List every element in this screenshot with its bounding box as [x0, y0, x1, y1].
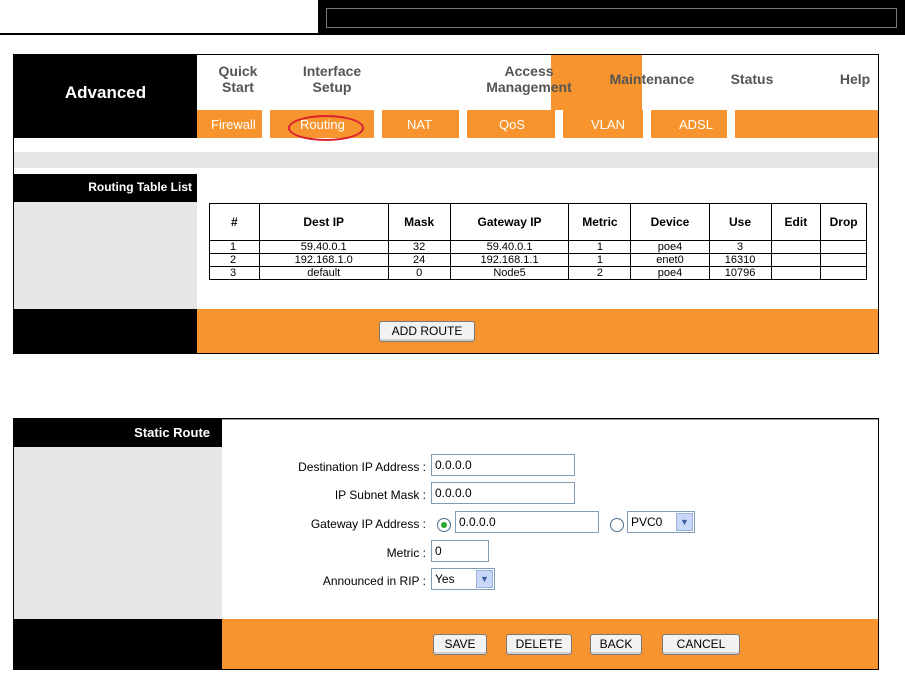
drop-cell[interactable] [820, 240, 867, 254]
table-cell: enet0 [630, 253, 710, 267]
table-cell: default [258, 266, 389, 280]
col-header: Mask [387, 203, 451, 241]
table-cell: 1 [568, 240, 632, 254]
edit-cell[interactable] [770, 266, 822, 280]
spacer-band [14, 152, 878, 168]
header-bar-frame [326, 8, 897, 28]
routing-table-label: Routing Table List [88, 180, 192, 194]
delete-button[interactable]: DELETE [506, 634, 572, 655]
col-header: Gateway IP [449, 203, 570, 241]
pvc-select[interactable]: PVC0 ▼ [627, 511, 695, 533]
chevron-down-icon[interactable]: ▼ [476, 570, 493, 588]
chevron-down-icon[interactable]: ▼ [676, 513, 693, 531]
footer-black-block [14, 619, 222, 669]
col-header: Metric [568, 203, 632, 241]
main-nav: Quick Start Interface Setup Advanced Setup … [197, 55, 878, 110]
rip-select[interactable]: Yes ▼ [431, 568, 495, 590]
col-header: Drop [820, 203, 867, 241]
table-row: 1 59.40.0.1 32 59.40.0.1 1 poe4 3 [209, 240, 867, 254]
table-cell: 3 [209, 266, 260, 280]
table-cell: 32 [387, 240, 451, 254]
subnav-separator [374, 110, 382, 138]
subnet-mask-label: IP Subnet Mask : [334, 488, 426, 502]
routing-table-panel: Advanced Quick Start Interface Setup Advan… [13, 54, 879, 354]
add-route-button[interactable]: ADD ROUTE [379, 321, 475, 342]
table-row: 2 192.168.1.0 24 192.168.1.1 1 enet0 163… [209, 253, 867, 267]
dest-ip-label: Destination IP Address : [298, 460, 426, 474]
table-cell: 59.40.0.1 [258, 240, 389, 254]
nav-advanced-setup[interactable]: Advanced Setup [368, 63, 459, 95]
back-button[interactable]: BACK [590, 634, 642, 655]
table-cell: 24 [387, 253, 451, 267]
gateway-pvc-radio[interactable] [610, 518, 624, 532]
table-cell: 1 [568, 253, 632, 267]
footer-action-bar: SAVE DELETE BACK CANCEL [222, 619, 878, 669]
subnav-separator [555, 110, 563, 138]
subnav-vlan[interactable]: VLAN [591, 117, 625, 132]
static-route-panel: Static Route Destination IP Address : 0.… [13, 418, 879, 670]
table-cell: poe4 [630, 240, 710, 254]
gateway-ip-input[interactable]: 0.0.0.0 [455, 511, 599, 533]
subnet-mask-input[interactable]: 0.0.0.0 [431, 482, 575, 504]
cancel-button[interactable]: CANCEL [662, 634, 740, 655]
pvc-select-value: PVC0 [631, 515, 663, 529]
table-cell: 192.168.1.1 [449, 253, 570, 267]
table-cell: 2 [568, 266, 632, 280]
nav-interface-setup[interactable]: Interface Setup [287, 63, 377, 95]
subnav-separator [262, 110, 270, 138]
subnav-separator [643, 110, 651, 138]
routing-table: # Dest IP Mask Gateway IP Metric Device … [209, 203, 867, 280]
table-cell: 10796 [708, 266, 772, 280]
col-header: Edit [770, 203, 822, 241]
edit-cell[interactable] [770, 253, 822, 267]
metric-input[interactable]: 0 [431, 540, 489, 562]
footer-action-bar: ADD ROUTE [197, 309, 878, 353]
footer-black-block [14, 309, 197, 353]
drop-cell[interactable] [820, 266, 867, 280]
table-cell: 16310 [708, 253, 772, 267]
table-cell: Node5 [449, 266, 570, 280]
routing-highlight-circle [288, 115, 364, 141]
metric-label: Metric : [386, 546, 426, 560]
radio-selected-dot [441, 522, 447, 528]
col-header: Device [630, 203, 710, 241]
dest-ip-input[interactable]: 0.0.0.0 [431, 454, 575, 476]
col-header: # [209, 203, 260, 241]
table-cell: poe4 [630, 266, 710, 280]
col-header: Dest IP [258, 203, 389, 241]
table-cell: 192.168.1.0 [258, 253, 389, 267]
table-cell: 2 [209, 253, 260, 267]
nav-help[interactable]: Help [832, 71, 878, 87]
edit-cell[interactable] [770, 240, 822, 254]
rip-select-value: Yes [435, 572, 455, 586]
nav-status[interactable]: Status [722, 71, 782, 87]
gateway-ip-radio[interactable] [437, 518, 451, 532]
table-header-row: # Dest IP Mask Gateway IP Metric Device … [209, 203, 867, 241]
drop-cell[interactable] [820, 253, 867, 267]
left-gutter [14, 202, 197, 309]
top-rule [222, 419, 878, 420]
subnav-firewall[interactable]: Firewall [211, 117, 256, 132]
table-cell: 59.40.0.1 [449, 240, 570, 254]
page-title: Advanced [64, 83, 147, 102]
subnav-separator [459, 110, 467, 138]
subnav-qos[interactable]: QoS [499, 117, 525, 132]
col-header: Use [708, 203, 772, 241]
nav-maintenance[interactable]: Maintenance [597, 71, 707, 87]
table-row: 3 default 0 Node5 2 poe4 10796 [209, 266, 867, 280]
nav-quick-start[interactable]: Quick Start [207, 63, 269, 95]
table-cell: 0 [387, 266, 451, 280]
static-route-label: Static Route [134, 425, 210, 440]
nav-access-management[interactable]: Access Management [481, 63, 577, 95]
subnav-adsl[interactable]: ADSL [679, 117, 713, 132]
subnav-nat[interactable]: NAT [407, 117, 432, 132]
gateway-label: Gateway IP Address : [310, 517, 426, 531]
table-cell: 1 [209, 240, 260, 254]
subnav-separator [727, 110, 735, 138]
rip-label: Announced in RIP : [322, 574, 426, 588]
table-cell: 3 [708, 240, 772, 254]
save-button[interactable]: SAVE [433, 634, 487, 655]
